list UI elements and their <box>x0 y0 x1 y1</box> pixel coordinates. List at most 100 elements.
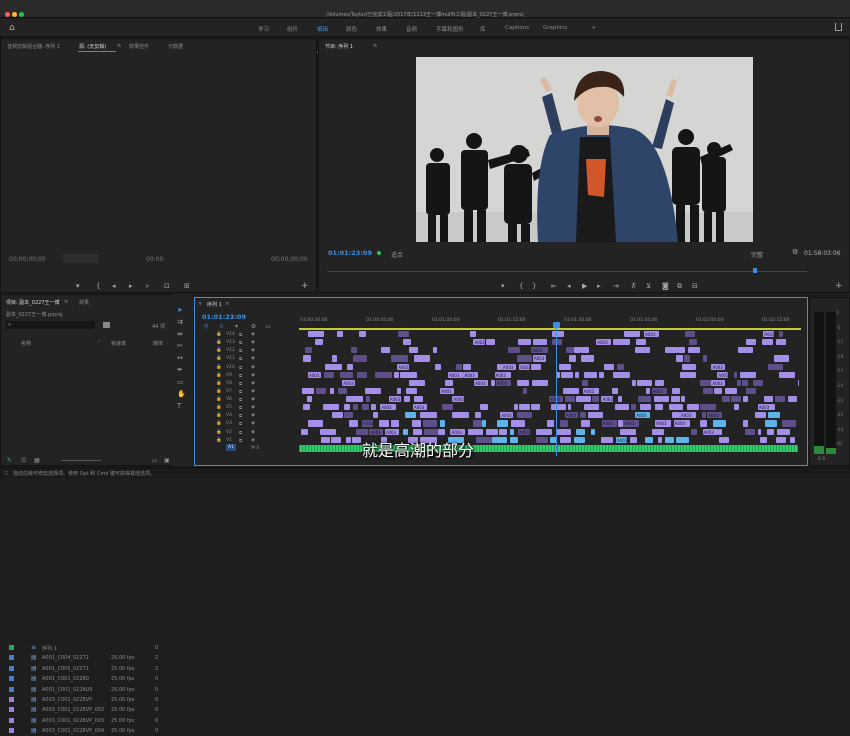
video-clip[interactable]: A003 <box>596 339 611 345</box>
video-clip[interactable] <box>482 420 486 426</box>
video-clip[interactable] <box>373 412 378 418</box>
video-clip[interactable] <box>356 429 369 435</box>
video-clip[interactable] <box>615 404 629 410</box>
video-clip[interactable] <box>561 372 574 378</box>
video-clip[interactable] <box>533 339 547 345</box>
video-clip[interactable] <box>424 429 438 435</box>
label-color-swatch[interactable] <box>9 697 14 702</box>
video-clip[interactable]: A003 <box>674 420 690 426</box>
sync-lock-icon[interactable]: ⧉ <box>239 356 242 362</box>
video-clip[interactable]: A003 <box>531 347 547 353</box>
video-clip[interactable] <box>743 396 749 402</box>
video-clip[interactable] <box>517 355 532 361</box>
project-item[interactable]: ▤A003_C001_0228VP_00325.00 fps0 <box>1 716 191 726</box>
lift-icon[interactable]: ⊼ <box>631 282 636 290</box>
video-clip[interactable] <box>337 331 343 337</box>
video-clip[interactable]: A003 <box>616 437 628 443</box>
video-clip[interactable] <box>654 396 662 402</box>
new-bin-icon[interactable] <box>103 322 110 328</box>
lock-icon[interactable]: 🔒 <box>216 356 222 361</box>
fit-dropdown[interactable]: 适合 <box>391 250 403 259</box>
video-clip[interactable] <box>442 404 453 410</box>
project-item[interactable]: ▤A003_C001_0228VP_00425.00 fps0 <box>1 726 191 736</box>
eye-icon[interactable]: ◉ <box>251 348 255 353</box>
column-name[interactable]: 名称 <box>21 340 31 347</box>
video-clip[interactable] <box>688 347 700 353</box>
video-clip[interactable] <box>669 404 683 410</box>
lock-icon[interactable]: 🔒 <box>216 340 222 345</box>
video-clip[interactable]: A003 <box>450 429 465 435</box>
sort-icon[interactable]: ^ <box>97 340 101 346</box>
video-clip[interactable]: A003 <box>602 420 618 426</box>
video-clip[interactable] <box>591 429 595 435</box>
eye-icon[interactable]: ◉ <box>251 381 255 386</box>
video-clip[interactable] <box>722 396 729 402</box>
go-to-in-icon[interactable]: ⇤ <box>551 282 557 290</box>
share-icon[interactable] <box>835 23 842 31</box>
video-clip[interactable] <box>714 388 722 394</box>
workspace-tab-effects[interactable]: 效果 <box>376 25 387 33</box>
label-color-swatch[interactable] <box>9 707 14 712</box>
video-clip[interactable]: A003 <box>519 364 530 370</box>
program-menu[interactable]: ≡ <box>373 43 377 49</box>
video-clip[interactable] <box>613 339 630 345</box>
video-clip[interactable] <box>655 404 663 410</box>
sync-lock-icon[interactable]: ⧉ <box>239 373 242 379</box>
video-clip[interactable] <box>655 380 665 386</box>
video-clip[interactable]: A003 <box>342 380 355 386</box>
video-clip[interactable] <box>303 355 311 361</box>
sync-lock-icon[interactable]: ⧉ <box>239 365 242 371</box>
video-clip[interactable]: A003 <box>413 404 427 410</box>
video-clip[interactable] <box>349 420 358 426</box>
video-clip[interactable] <box>499 429 507 435</box>
video-clip[interactable] <box>581 420 590 426</box>
track-select-tool-icon[interactable]: ⇉ <box>177 318 183 326</box>
video-clip[interactable] <box>750 388 755 394</box>
lock-icon[interactable]: 🔒 <box>216 332 222 337</box>
video-clip[interactable] <box>581 347 589 353</box>
meter-solo-buttons[interactable]: S S <box>818 457 825 462</box>
video-clip[interactable] <box>703 355 706 361</box>
video-clip[interactable] <box>713 420 725 426</box>
video-clip[interactable] <box>584 404 600 410</box>
video-clip[interactable] <box>777 429 790 435</box>
project-item[interactable]: ▤A003_C001_0228VP25.00 fps0 <box>1 695 191 705</box>
source-add-button[interactable]: + <box>301 281 309 291</box>
play-icon[interactable]: ▸ <box>129 282 133 290</box>
sync-lock-icon[interactable]: ⧉ <box>239 421 242 427</box>
video-clip[interactable] <box>302 388 314 394</box>
video-clip[interactable] <box>725 388 737 394</box>
linked-selection-icon[interactable]: ∩ <box>219 323 223 330</box>
project-item[interactable]: ▤A001_C001_0228U525.00 fps0 <box>1 685 191 695</box>
workspace-tab-editing[interactable]: 编辑 <box>317 25 328 33</box>
video-clip[interactable]: A003 <box>533 355 546 361</box>
video-clip[interactable] <box>703 388 713 394</box>
video-clip[interactable] <box>624 331 641 337</box>
video-clip[interactable] <box>325 364 341 370</box>
video-clip[interactable] <box>532 380 548 386</box>
video-clip[interactable] <box>776 339 786 345</box>
video-clip[interactable] <box>676 355 684 361</box>
snap-icon[interactable]: ⚲ <box>204 323 208 330</box>
video-clip[interactable]: A003 <box>707 412 722 418</box>
video-clip[interactable] <box>475 412 481 418</box>
eye-icon[interactable]: ◉ <box>251 373 255 378</box>
video-clip[interactable] <box>491 380 495 386</box>
tab-source[interactable]: 源: (无剪辑) <box>79 43 106 50</box>
video-clip[interactable] <box>510 429 514 435</box>
video-clip[interactable]: A003 <box>369 429 382 435</box>
program-playhead-marker[interactable] <box>753 268 757 273</box>
video-clip[interactable] <box>631 404 636 410</box>
video-clip[interactable] <box>435 364 442 370</box>
video-clip[interactable] <box>560 420 568 426</box>
mark-in-icon[interactable]: { <box>519 282 523 290</box>
captions-icon[interactable]: ▭ <box>265 323 271 330</box>
video-clip[interactable]: A003 <box>703 429 718 435</box>
video-clip[interactable] <box>557 429 571 435</box>
project-menu[interactable]: ≡ <box>64 299 68 305</box>
video-clip[interactable] <box>403 429 408 435</box>
video-clip[interactable] <box>788 396 798 402</box>
video-clip[interactable] <box>394 372 399 378</box>
video-clip[interactable] <box>497 364 502 370</box>
video-clip[interactable]: A003 <box>583 388 599 394</box>
